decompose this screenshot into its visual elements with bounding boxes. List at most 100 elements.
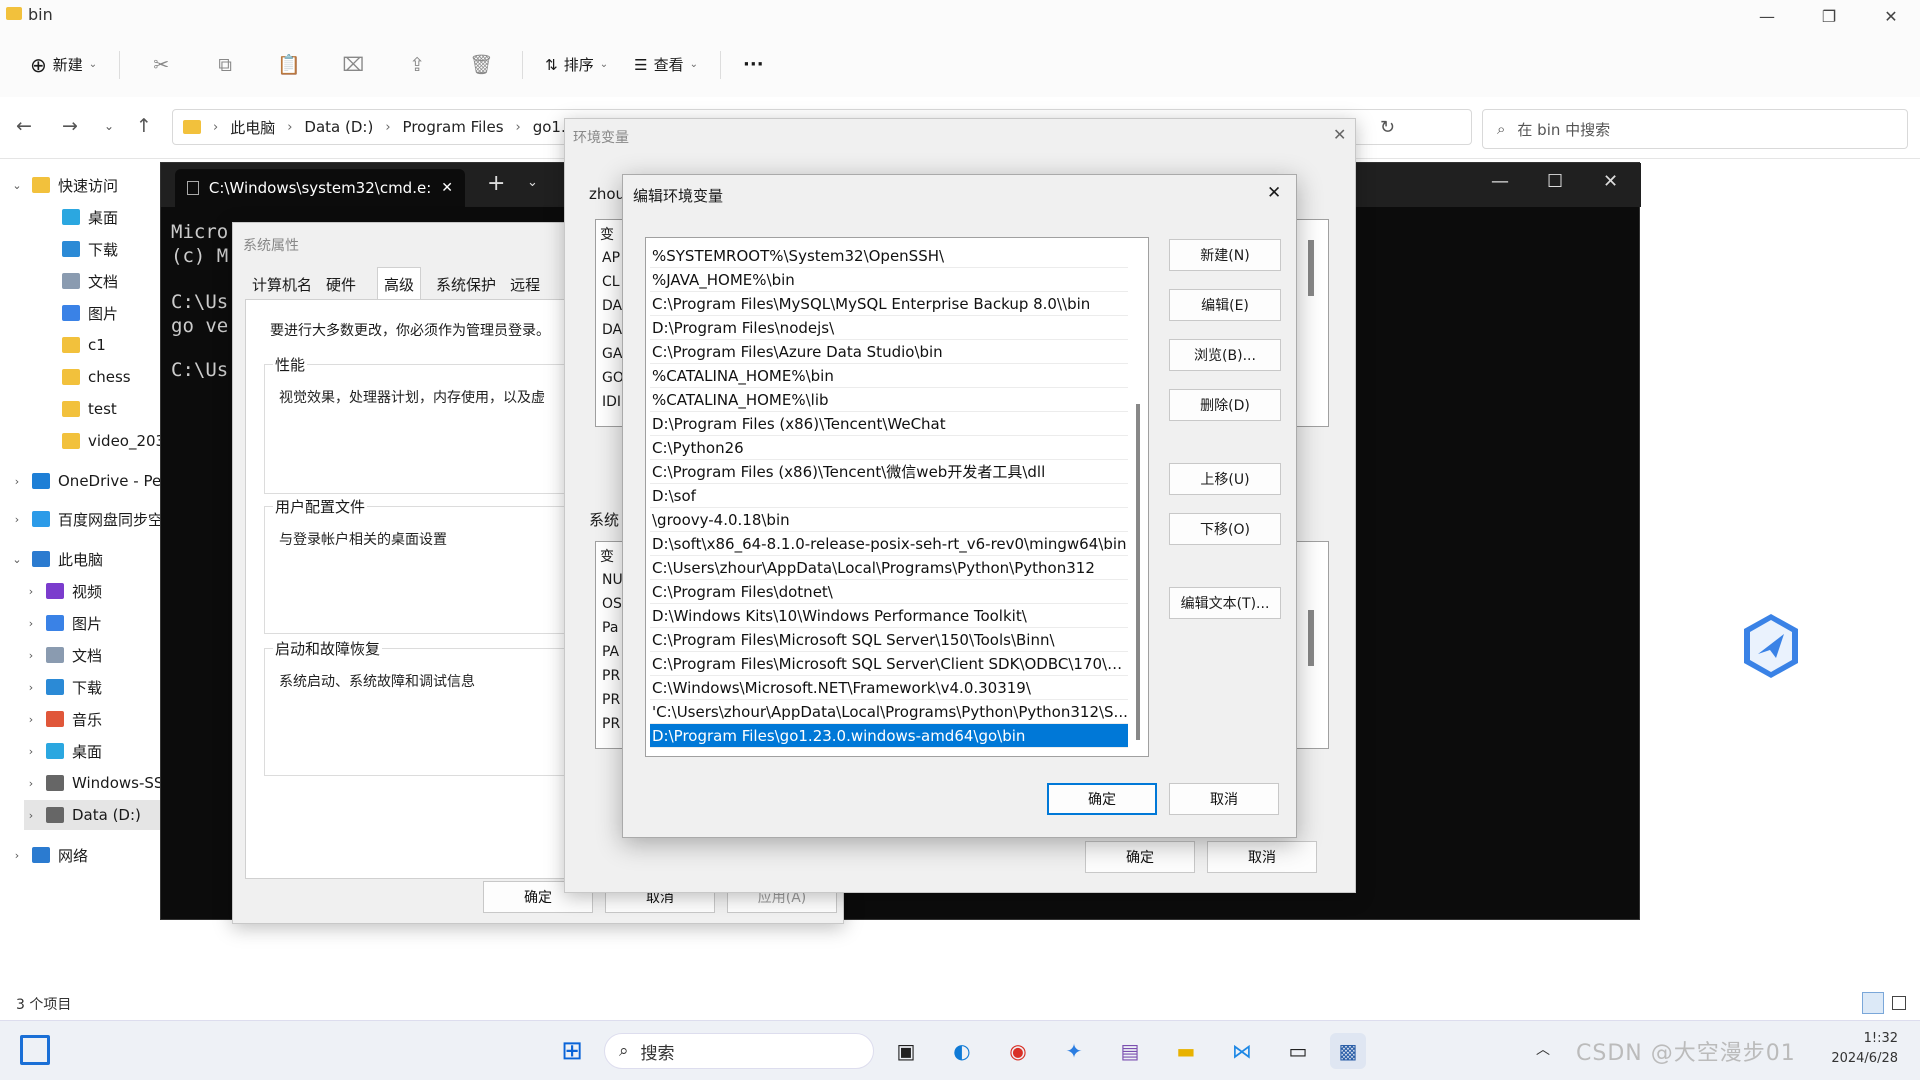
edit-button[interactable]: 编辑(E) bbox=[1169, 289, 1281, 321]
forward-icon[interactable]: → bbox=[62, 115, 78, 137]
move-down-button[interactable]: 下移(O) bbox=[1169, 513, 1281, 545]
expand-chevron-icon[interactable]: › bbox=[10, 513, 24, 526]
back-icon[interactable]: ← bbox=[16, 115, 32, 137]
minimize-button[interactable]: — bbox=[1491, 171, 1509, 192]
browse-button[interactable]: 浏览(B)... bbox=[1169, 339, 1281, 371]
ok-button[interactable]: 确定 bbox=[1085, 841, 1195, 873]
delete-button[interactable]: 删除(D) bbox=[1169, 389, 1281, 421]
new-tab-icon[interactable]: + bbox=[487, 171, 505, 196]
variable-row[interactable]: NU bbox=[602, 572, 623, 588]
expand-chevron-icon[interactable]: › bbox=[24, 777, 38, 790]
sidebar-item[interactable]: › Windows-SSI bbox=[24, 768, 168, 798]
path-entry[interactable]: 'C:\Users\zhour\AppData\Local\Programs\P… bbox=[650, 700, 1128, 724]
expand-chevron-icon[interactable]: › bbox=[10, 475, 24, 488]
variable-row[interactable]: Pa bbox=[602, 620, 618, 636]
path-entry[interactable]: C:\Program Files (x86)\Tencent\微信web开发者工… bbox=[650, 460, 1128, 484]
path-entry[interactable]: C:\Windows\Microsoft.NET\Framework\v4.0.… bbox=[650, 676, 1128, 700]
path-entry[interactable]: \groovy-4.0.18\bin bbox=[650, 508, 1128, 532]
edge-icon[interactable]: ◐ bbox=[944, 1033, 980, 1069]
sidebar-item[interactable]: › 图片 bbox=[24, 608, 102, 638]
path-entry[interactable]: %JAVA_HOME%\bin bbox=[650, 268, 1128, 292]
variable-row[interactable]: IDI bbox=[602, 394, 621, 410]
cmd-tab[interactable]: C:\Windows\system32\cmd.e: ✕ bbox=[175, 169, 465, 207]
refresh-icon[interactable]: ↻ bbox=[1380, 117, 1395, 138]
cut-icon[interactable]: ✂ bbox=[146, 50, 176, 80]
sidebar-item[interactable]: test bbox=[40, 394, 117, 424]
maximize-button[interactable]: ❐ bbox=[1800, 0, 1858, 32]
sidebar-item[interactable]: › 网络 bbox=[10, 840, 88, 870]
sidebar-item[interactable]: 图片 bbox=[40, 298, 118, 328]
variable-row[interactable]: PA bbox=[602, 644, 619, 660]
path-entry[interactable]: %SYSTEMROOT%\System32\OpenSSH\ bbox=[650, 244, 1128, 268]
winrar-icon[interactable]: ▤ bbox=[1112, 1033, 1148, 1069]
file-explorer-icon[interactable]: ▬ bbox=[1168, 1033, 1204, 1069]
breadcrumb-item[interactable]: 此电脑 bbox=[230, 117, 275, 138]
sidebar-item[interactable]: c1 bbox=[40, 330, 106, 360]
delete-icon[interactable]: 🗑 bbox=[466, 50, 496, 80]
maximize-button[interactable]: ☐ bbox=[1547, 171, 1563, 192]
scrollbar-thumb[interactable] bbox=[1308, 610, 1314, 666]
floating-bird-widget[interactable] bbox=[1740, 612, 1802, 680]
share-icon[interactable]: ⇪ bbox=[402, 50, 432, 80]
variable-row[interactable]: CL bbox=[602, 274, 620, 290]
variable-row[interactable]: DA bbox=[602, 322, 622, 338]
close-tab-icon[interactable]: ✕ bbox=[441, 180, 453, 196]
tiles-view-icon[interactable] bbox=[1892, 996, 1906, 1010]
sort-button[interactable]: ⇅ 排序 ⌄ bbox=[535, 48, 618, 81]
close-button[interactable]: ✕ bbox=[1603, 171, 1618, 192]
path-entry[interactable]: C:\Users\zhour\AppData\Local\Programs\Py… bbox=[650, 556, 1128, 580]
sidebar-item[interactable]: 文档 bbox=[40, 266, 118, 296]
close-icon[interactable]: ✕ bbox=[1267, 183, 1281, 203]
ok-button[interactable]: 确定 bbox=[1047, 783, 1157, 815]
tab-computer-name[interactable]: 计算机名 bbox=[245, 267, 319, 302]
sidebar-item[interactable]: ⌄ 快速访问 bbox=[10, 170, 118, 200]
expand-chevron-icon[interactable]: ⌄ bbox=[10, 553, 24, 566]
sidebar-item[interactable]: › 下载 bbox=[24, 672, 102, 702]
close-icon[interactable]: ✕ bbox=[1333, 125, 1346, 144]
more-button[interactable]: ··· bbox=[733, 48, 774, 81]
move-up-button[interactable]: 上移(U) bbox=[1169, 463, 1281, 495]
sidebar-item[interactable]: › 百度网盘同步空 bbox=[10, 504, 163, 534]
view-button[interactable]: ☰ 查看 ⌄ bbox=[624, 48, 708, 81]
details-view-icon[interactable] bbox=[1862, 992, 1884, 1014]
tab-advanced[interactable]: 高级 bbox=[377, 267, 422, 302]
expand-chevron-icon[interactable]: › bbox=[24, 617, 38, 630]
sidebar-item[interactable]: › 文档 bbox=[24, 640, 102, 670]
vscode-icon[interactable]: ⋈ bbox=[1224, 1033, 1260, 1069]
widgets-icon[interactable] bbox=[20, 1035, 50, 1065]
expand-chevron-icon[interactable]: › bbox=[24, 713, 38, 726]
path-entry[interactable]: D:\Program Files\nodejs\ bbox=[650, 316, 1128, 340]
breadcrumb-item[interactable]: Data (D:) bbox=[304, 118, 373, 136]
tray-chevron-icon[interactable]: ︿ bbox=[1536, 1039, 1550, 1059]
chrome-icon[interactable]: ◉ bbox=[1000, 1033, 1036, 1069]
sidebar-item[interactable]: 桌面 bbox=[40, 202, 118, 232]
variable-row[interactable]: GA bbox=[602, 346, 622, 362]
variable-row[interactable]: PR bbox=[602, 692, 620, 708]
scrollbar[interactable] bbox=[1130, 240, 1148, 754]
path-entry[interactable]: D:\Program Files\go1.23.0.windows-amd64\… bbox=[650, 724, 1128, 748]
sidebar-item[interactable]: 下载 bbox=[40, 234, 118, 264]
path-entry[interactable]: C:\Program Files\Microsoft SQL Server\Cl… bbox=[650, 652, 1128, 676]
path-entry[interactable]: D:\soft\x86_64-8.1.0-release-posix-seh-r… bbox=[650, 532, 1128, 556]
expand-chevron-icon[interactable]: › bbox=[24, 649, 38, 662]
variable-row[interactable]: OS bbox=[602, 596, 622, 612]
path-entry[interactable]: %CATALINA_HOME%\lib bbox=[650, 388, 1128, 412]
sidebar-item[interactable]: › 桌面 bbox=[24, 736, 102, 766]
sidebar-item[interactable]: › 音乐 bbox=[24, 704, 102, 734]
variable-row[interactable]: DA bbox=[602, 298, 622, 314]
start-icon[interactable]: ⊞ bbox=[554, 1033, 590, 1069]
sidebar-item[interactable]: › OneDrive - Per bbox=[10, 466, 168, 496]
tab-remote[interactable]: 远程 bbox=[503, 267, 547, 302]
paste-icon[interactable]: 📋 bbox=[274, 50, 304, 80]
path-list[interactable]: %SYSTEMROOT%\System32\OpenSSH\ %JAVA_HOME… bbox=[645, 237, 1149, 757]
clock-date[interactable]: 2024/6/28 bbox=[1798, 1051, 1898, 1066]
variable-row[interactable]: GO bbox=[602, 370, 624, 386]
breadcrumb-item[interactable]: Program Files bbox=[403, 118, 504, 136]
recent-icon[interactable]: ⌄ bbox=[104, 119, 114, 133]
path-entry[interactable]: D:\sof bbox=[650, 484, 1128, 508]
clock-time[interactable]: 1!:32 bbox=[1798, 1031, 1898, 1046]
expand-chevron-icon[interactable]: › bbox=[24, 745, 38, 758]
app-icon[interactable]: ✦ bbox=[1056, 1033, 1092, 1069]
taskbar-search[interactable]: ⌕ 搜索 bbox=[604, 1033, 874, 1069]
copy-icon[interactable]: ⧉ bbox=[210, 50, 240, 80]
